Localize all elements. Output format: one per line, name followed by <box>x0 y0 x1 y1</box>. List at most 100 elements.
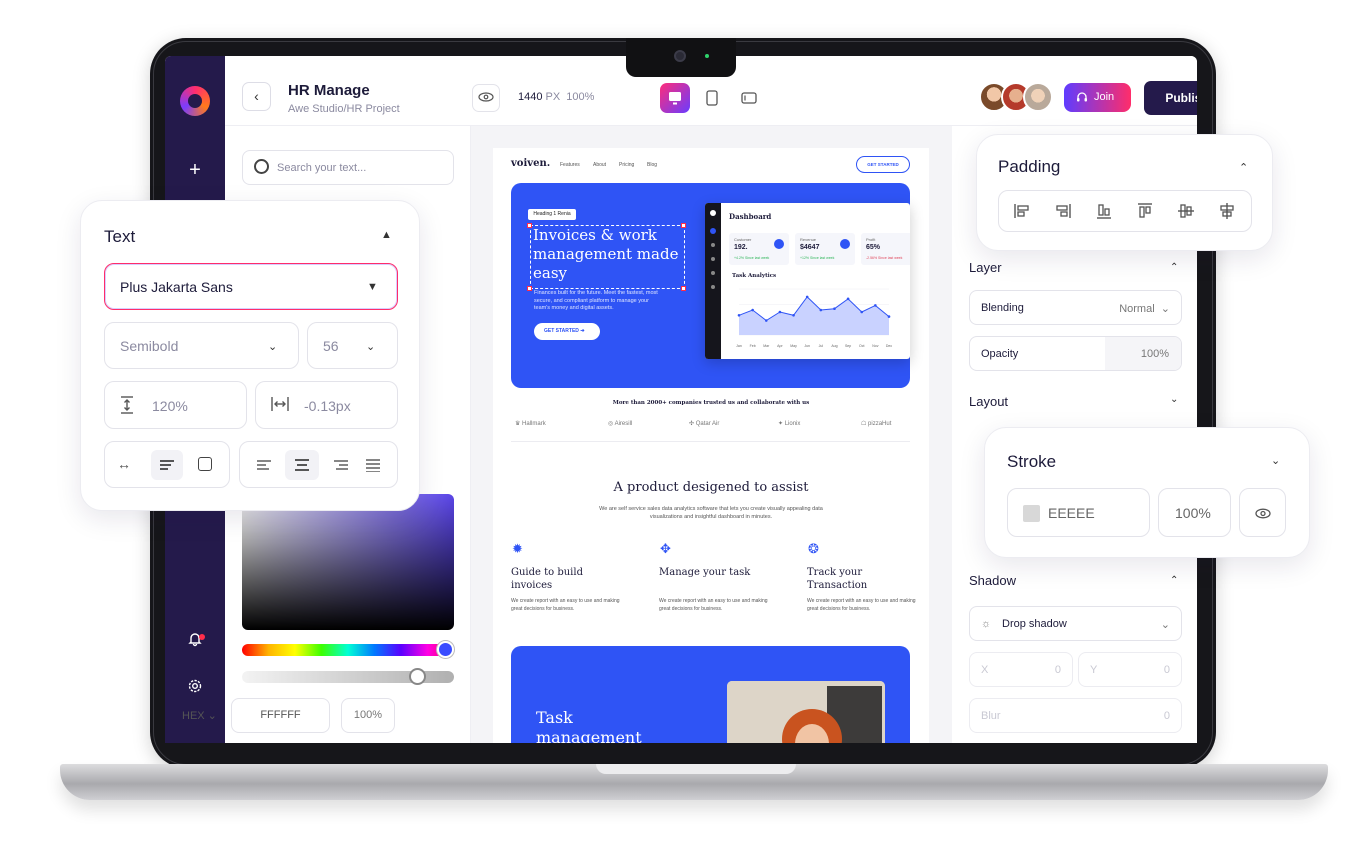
resize-handle[interactable] <box>527 286 532 291</box>
color-opacity-input[interactable]: 100% <box>341 698 395 733</box>
shadow-blur-input[interactable]: Blur 0 <box>969 698 1182 733</box>
site-nav-link[interactable]: About <box>593 162 606 168</box>
line-height-input[interactable]: 120% <box>104 381 247 429</box>
align-center-icon[interactable] <box>285 450 319 480</box>
hue-slider[interactable] <box>242 644 454 656</box>
kpi-value: $4647 <box>800 244 820 251</box>
brand-logo: ◎ Airesill <box>608 420 632 427</box>
kpi-trend: -2.56% Since last week <box>866 256 903 260</box>
chart-x-tick-label: Aug <box>831 344 837 348</box>
mobile-view-button[interactable] <box>734 83 764 113</box>
hue-slider-handle[interactable] <box>436 641 454 658</box>
color-saturation-picker[interactable] <box>242 494 454 630</box>
fixed-size-icon[interactable] <box>198 457 212 471</box>
design-canvas[interactable]: voiven. Features About Pricing Blog GET … <box>471 126 952 743</box>
align-top-edge-icon[interactable] <box>1136 202 1154 220</box>
align-left-icon[interactable] <box>256 458 272 477</box>
hero-cta-button[interactable]: GET STARTED ➔ <box>534 323 600 340</box>
stroke-visibility-button[interactable] <box>1239 488 1286 537</box>
font-family-value: Plus Jakarta Sans <box>120 279 233 295</box>
site-nav-cta-button[interactable]: GET STARTED <box>856 156 910 173</box>
lion-icon: ✦ <box>778 421 785 427</box>
chevron-up-icon[interactable]: ⌃ <box>1239 161 1248 174</box>
canvas-unit: PX <box>545 91 561 103</box>
chevron-up-icon[interactable]: ⌃ <box>1170 262 1178 273</box>
hero-section[interactable]: Heading 1 Renia Invoices & work manageme… <box>511 183 910 388</box>
stroke-color-input[interactable]: EEEEE <box>1007 488 1150 537</box>
add-icon[interactable]: + <box>183 158 207 182</box>
project-title: HR Manage <box>288 82 370 99</box>
text-card-title: Text <box>104 227 136 246</box>
dashboard-mockup: Dashboard Customer 192. +4.2% Since last… <box>705 203 910 359</box>
auto-width-icon[interactable]: ↔ <box>117 456 131 472</box>
chevron-up-icon[interactable]: ▲ <box>381 229 392 241</box>
hex-input[interactable]: FFFFFF <box>231 698 330 733</box>
feature-title: Track your Transaction <box>807 567 868 591</box>
opacity-field[interactable]: Opacity 100% <box>969 336 1182 371</box>
bell-icon[interactable] <box>183 629 207 653</box>
desktop-view-button[interactable] <box>660 83 690 113</box>
tablet-view-button[interactable] <box>697 83 727 113</box>
camera-led <box>705 54 709 58</box>
shadow-type-select[interactable]: Drop shadow ☼ ⌄ <box>969 606 1182 641</box>
chart-point <box>887 315 891 318</box>
align-justify-icon[interactable] <box>365 458 381 477</box>
trusted-by-text: More than 2000+ companies trusted us and… <box>612 400 810 406</box>
chevron-down-icon[interactable]: ⌄ <box>1271 454 1280 467</box>
site-nav-link[interactable]: Pricing <box>619 162 634 168</box>
sun-icon: ☼ <box>981 618 992 630</box>
app-logo[interactable] <box>180 86 210 116</box>
font-family-select[interactable]: Plus Jakarta Sans ▼ <box>104 263 398 310</box>
align-right-icon[interactable] <box>333 458 349 477</box>
brand-logo: ☖ pizzaHut <box>861 420 891 427</box>
shadow-blur-value: 0 <box>1163 710 1170 722</box>
site-nav-link[interactable]: Features <box>560 162 580 168</box>
feature-text: We create report with an easy to use and… <box>807 598 916 612</box>
kpi-label: Customer <box>734 237 752 242</box>
selection-tag: Heading 1 Renia <box>528 209 576 220</box>
kpi-card: Revenue $4647 +12% Since last week <box>795 233 855 265</box>
align-bottom-edge-icon[interactable] <box>1095 202 1113 220</box>
resize-handle[interactable] <box>527 223 532 228</box>
chevron-down-icon[interactable]: ⌄ <box>1170 394 1178 405</box>
avatar[interactable] <box>1023 82 1053 112</box>
chart-area <box>739 296 889 335</box>
align-left-edge-icon[interactable] <box>1013 202 1031 220</box>
brand-logo: ✣ Qatar Air <box>689 420 719 427</box>
back-button[interactable]: ‹ <box>242 82 271 111</box>
blending-select[interactable]: Blending Normal ⌄ <box>969 290 1182 325</box>
brand-name: Hallmark <box>522 421 546 427</box>
opacity-value[interactable]: 100% <box>1141 348 1169 360</box>
font-size-select[interactable]: 56 ⌄ <box>307 322 398 369</box>
font-weight-select[interactable]: Semibold ⌄ <box>104 322 299 369</box>
website-preview[interactable]: voiven. Features About Pricing Blog GET … <box>493 148 929 743</box>
chart-x-tick-label: Oct <box>859 344 864 348</box>
settings-gear-icon[interactable] <box>183 676 207 700</box>
shadow-x-input[interactable]: X 0 <box>969 652 1073 687</box>
chart-x-tick-label: Jul <box>819 344 824 348</box>
preview-eye-icon[interactable] <box>472 84 500 112</box>
search-input[interactable]: Search your text... <box>242 150 454 185</box>
shadow-y-input[interactable]: Y 0 <box>1078 652 1182 687</box>
text-properties-card: Text ▲ Plus Jakarta Sans ▼ Semibold ⌄ 56… <box>80 200 420 511</box>
join-button[interactable]: Join <box>1064 83 1131 112</box>
resize-handle[interactable] <box>681 286 686 291</box>
align-horizontal-center-icon[interactable] <box>1218 202 1236 220</box>
letter-spacing-input[interactable]: -0.13px <box>255 381 398 429</box>
align-vertical-center-icon[interactable] <box>1177 202 1195 220</box>
align-right-edge-icon[interactable] <box>1054 202 1072 220</box>
collaborator-avatars[interactable] <box>979 82 1059 112</box>
stroke-opacity-input[interactable]: 100% <box>1158 488 1231 537</box>
auto-height-button[interactable] <box>151 450 183 480</box>
brand-name: Lionix <box>784 421 801 427</box>
chevron-up-icon[interactable]: ⌃ <box>1170 575 1178 586</box>
resize-handle[interactable] <box>681 223 686 228</box>
zoom-level[interactable]: 100% <box>566 91 594 103</box>
color-format-select[interactable]: HEX ⌄ <box>182 709 217 722</box>
stroke-color-swatch[interactable] <box>1023 505 1040 522</box>
publish-button[interactable]: Publish <box>1144 81 1197 115</box>
brand-logo: ♛ Hallmark <box>515 420 546 427</box>
shadow-y-value: 0 <box>1163 664 1170 676</box>
site-nav-link[interactable]: Blog <box>647 162 657 168</box>
padding-card: Padding ⌃ <box>976 134 1273 251</box>
